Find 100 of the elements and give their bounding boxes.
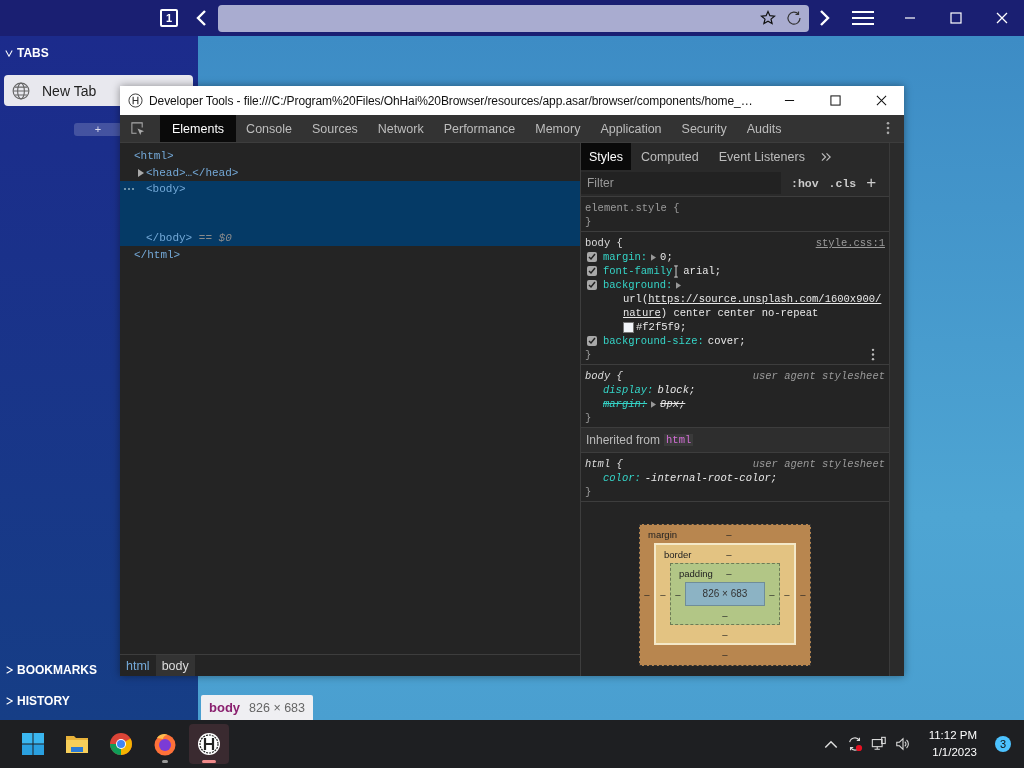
network-icon[interactable] (870, 736, 887, 752)
css-selector: body { (585, 236, 623, 250)
devtools-tab[interactable]: Security (671, 115, 737, 142)
clock-date: 1/1/2023 (932, 745, 977, 760)
close-icon[interactable] (876, 95, 887, 106)
dom-closing-tag[interactable]: </body> == $0 (120, 229, 580, 246)
devtools-tab[interactable]: Memory (525, 115, 591, 142)
devtools-tab[interactable]: Performance (433, 115, 526, 142)
breadcrumb[interactable]: html (120, 655, 156, 676)
css-property-value: ) center center no-repeat (660, 306, 819, 320)
css-selector: element.style { (585, 201, 680, 215)
devtools-tab[interactable]: Audits (736, 115, 792, 142)
box-label: margin (648, 528, 679, 540)
expand-arrow-icon[interactable] (676, 281, 682, 289)
sidebar-section-header[interactable]: HISTORY (0, 685, 198, 716)
breadcrumb[interactable]: body (155, 655, 195, 676)
speaker-icon[interactable] (894, 736, 911, 752)
dom-closing-tag[interactable]: </html> (120, 246, 580, 263)
source-link[interactable]: style.css:1 (815, 236, 885, 250)
more-options-icon[interactable] (886, 121, 890, 135)
forward-icon[interactable] (819, 9, 831, 27)
box-value: – (783, 588, 791, 600)
sync-icon[interactable] (846, 736, 863, 752)
content-size-box: 826 × 683 (685, 582, 765, 606)
css-selector: html { (585, 457, 623, 471)
notification-count-badge[interactable]: 3 (995, 736, 1011, 752)
box-value: – (674, 588, 682, 600)
address-field[interactable] (218, 4, 809, 32)
dom-node-line[interactable]: <head>…</head> (120, 164, 580, 181)
css-selector: body { (585, 369, 623, 383)
source-label: user agent stylesheet (752, 457, 885, 471)
more-options-icon[interactable] (871, 348, 875, 361)
url-link[interactable]: https://source.unsplash.com/1600x900/ (648, 292, 882, 306)
box-value: – (799, 588, 807, 600)
more-tabs-icon[interactable] (820, 152, 832, 162)
h-logo-icon (128, 93, 143, 108)
devtools-tab[interactable]: Application (590, 115, 672, 142)
maximize-icon[interactable] (830, 95, 841, 106)
inherited-label: Inherited from (586, 433, 661, 447)
clock[interactable]: 11:12 PM 1/1/2023 (928, 727, 977, 761)
sidebar-pane-tab[interactable]: Computed (631, 143, 709, 170)
property-checkbox[interactable] (587, 280, 597, 290)
box-value: – (722, 609, 728, 621)
more-dots-icon[interactable] (123, 187, 135, 191)
chevron-right-icon (5, 696, 13, 705)
scrollbar[interactable] (889, 143, 904, 676)
css-property-value: cover; (707, 334, 746, 348)
property-checkbox[interactable] (587, 336, 597, 346)
expand-arrow-icon[interactable] (651, 253, 657, 261)
tab-count-button[interactable]: 1 (160, 9, 178, 27)
running-indicator (162, 760, 168, 763)
css-property-value: -internal-root-color; (644, 471, 778, 485)
property-checkbox[interactable] (587, 252, 597, 262)
sidebar-section-header[interactable]: TABS (0, 36, 198, 70)
css-property-name: background-size: (603, 334, 704, 348)
reload-icon[interactable] (786, 10, 802, 26)
sidebar-pane-tab[interactable]: Styles (581, 143, 632, 170)
box-value: – (722, 648, 728, 660)
box-value: – (768, 588, 776, 600)
css-property-name: font-family (603, 264, 673, 278)
dom-node-line[interactable]: <html> (120, 147, 580, 164)
box-label: padding (679, 567, 714, 579)
url-link[interactable]: nature (623, 306, 661, 320)
box-value: – (659, 588, 667, 600)
taskbar-app-button[interactable] (189, 724, 229, 764)
filter-field[interactable]: Filter (581, 172, 781, 194)
color-swatch[interactable] (623, 321, 634, 333)
css-property-name: display: (603, 383, 654, 397)
source-label: user agent stylesheet (752, 369, 885, 383)
box-value: – (643, 588, 651, 600)
new-rule-button[interactable]: + (866, 173, 877, 193)
chevron-right-icon (5, 665, 13, 674)
devtools-tab[interactable]: Elements (160, 115, 237, 142)
devtools-tab[interactable]: Network (367, 115, 434, 142)
sidebar-pane-tab[interactable]: Event Listeners (708, 143, 815, 170)
back-icon[interactable] (195, 9, 207, 27)
class-toggle[interactable]: .cls (828, 176, 857, 190)
tooltip-tag: body (209, 700, 241, 715)
box-label: border (664, 548, 693, 560)
property-checkbox[interactable] (587, 266, 597, 276)
devtools-tab[interactable]: Console (236, 115, 302, 142)
active-indicator (202, 760, 216, 763)
inspect-element-icon[interactable] (130, 121, 145, 136)
star-icon[interactable] (760, 10, 776, 26)
box-value: – (726, 548, 732, 560)
expand-arrow-icon[interactable] (651, 400, 657, 408)
windows-logo-icon (21, 732, 45, 756)
menu-icon[interactable] (852, 10, 874, 26)
chevron-down-icon (5, 49, 13, 57)
css-property-name: margin: (603, 397, 648, 411)
closing-brace: } (585, 215, 592, 229)
inherited-tag-link[interactable]: html (664, 434, 694, 446)
expand-arrow-icon[interactable] (138, 168, 144, 177)
new-tab-button[interactable]: + (74, 123, 122, 136)
tooltip-size: 826 × 683 (249, 700, 306, 715)
hover-state-toggle[interactable]: :hov (791, 176, 819, 190)
css-property-value: 8px; (660, 397, 686, 411)
devtools-tab[interactable]: Sources (302, 115, 368, 142)
css-property-name: color: (603, 471, 641, 485)
closing-brace: } (585, 411, 592, 425)
